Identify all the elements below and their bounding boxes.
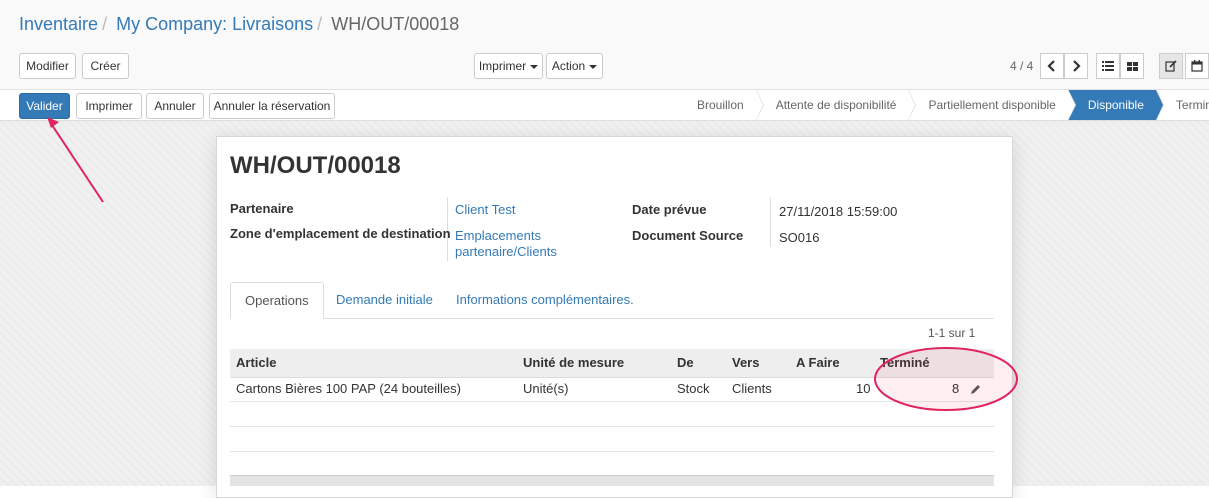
- control-panel: Inventaire / My Company: Livraisons / WH/O…: [0, 0, 1209, 90]
- destination-line-2: partenaire/Clients: [455, 244, 557, 259]
- table-row[interactable]: Cartons Bières 100 PAP (24 bouteilles) U…: [230, 377, 994, 402]
- column-uom[interactable]: Unité de mesure: [523, 349, 624, 377]
- partner-field[interactable]: Client Test: [455, 202, 515, 217]
- tab-initial-demand[interactable]: Demande initiale: [336, 282, 433, 318]
- column-from[interactable]: De: [677, 349, 694, 377]
- pager-previous-button[interactable]: [1040, 53, 1064, 79]
- form-view-button[interactable]: [1159, 53, 1183, 79]
- edit-button[interactable]: Modifier: [19, 53, 76, 79]
- create-button[interactable]: Créer: [82, 53, 129, 79]
- cell-uom: Unité(s): [523, 381, 569, 396]
- pager-value[interactable]: 4 / 4: [1010, 59, 1033, 73]
- field-divider: [770, 197, 771, 247]
- record-count: 1-1 sur 1: [928, 326, 976, 340]
- record-title: WH/OUT/00018: [230, 152, 401, 179]
- breadcrumb: Inventaire / My Company: Livraisons / WH/O…: [19, 14, 459, 35]
- cell-article: Cartons Bières 100 PAP (24 bouteilles): [236, 381, 461, 396]
- stage-partially-available[interactable]: Partiellement disponible: [908, 89, 1077, 121]
- destination-field[interactable]: Emplacements partenaire/Clients: [455, 228, 557, 260]
- calendar-icon: [1191, 60, 1203, 72]
- breadcrumb-deliveries[interactable]: My Company: Livraisons: [116, 14, 313, 34]
- action-dropdown-label: Action: [551, 59, 586, 73]
- list-view-icon: [1102, 61, 1114, 71]
- list-view-button[interactable]: [1096, 53, 1120, 79]
- unreserve-button[interactable]: Annuler la réservation: [209, 93, 335, 119]
- destination-line-1: Emplacements: [455, 228, 541, 243]
- column-todo[interactable]: A Faire: [796, 349, 840, 377]
- partner-label: Partenaire: [230, 201, 294, 216]
- tab-additional-info[interactable]: Informations complémentaires.: [456, 282, 634, 318]
- stage-available[interactable]: Disponible: [1067, 89, 1164, 121]
- breadcrumb-current: WH/OUT/00018: [331, 14, 460, 34]
- calendar-view-button[interactable]: [1185, 53, 1209, 79]
- cell-todo: 10: [856, 381, 871, 396]
- notebook-tabs: Operations Demande initiale Informations…: [230, 282, 994, 319]
- cancel-button[interactable]: Annuler: [146, 93, 204, 119]
- source-document-field[interactable]: SO016: [779, 230, 819, 245]
- breadcrumb-inventory[interactable]: Inventaire: [19, 14, 98, 34]
- scheduled-date-field[interactable]: 27/11/2018 15:59:00: [779, 204, 897, 219]
- destination-label: Zone d'emplacement de destination: [230, 226, 451, 241]
- validate-button[interactable]: Valider: [19, 93, 70, 119]
- table-footer: [230, 475, 994, 486]
- stage-draft[interactable]: Brouillon: [683, 89, 764, 121]
- print-dropdown[interactable]: Imprimer: [474, 53, 543, 79]
- scheduled-date-label: Date prévue: [632, 202, 707, 217]
- column-article[interactable]: Article: [236, 349, 276, 377]
- column-to[interactable]: Vers: [732, 349, 759, 377]
- action-dropdown[interactable]: Action: [546, 53, 603, 79]
- table-row-empty: [230, 427, 994, 452]
- table-row-empty: [230, 402, 994, 427]
- kanban-view-button[interactable]: [1120, 53, 1144, 79]
- status-pipeline: Brouillon Attente de disponibilité Parti…: [683, 89, 1209, 121]
- column-done[interactable]: Terminé: [880, 349, 930, 377]
- cell-done: 8: [952, 381, 960, 396]
- table-header: Article Unité de mesure De Vers A Faire …: [230, 349, 994, 378]
- kanban-view-icon: [1126, 61, 1138, 71]
- tab-operations[interactable]: Operations: [230, 282, 324, 319]
- source-document-label: Document Source: [632, 228, 744, 243]
- caret-down-icon: [589, 64, 598, 69]
- print-button[interactable]: Imprimer: [76, 93, 142, 119]
- breadcrumb-separator: /: [102, 14, 108, 34]
- pager-next-button[interactable]: [1064, 53, 1088, 79]
- caret-down-icon: [530, 64, 539, 69]
- chevron-left-icon: [1047, 60, 1055, 72]
- pencil-icon[interactable]: [970, 383, 982, 395]
- breadcrumb-separator: /: [317, 14, 323, 34]
- status-bar: Valider Imprimer Annuler Annuler la rése…: [0, 89, 1209, 121]
- print-dropdown-label: Imprimer: [478, 59, 527, 73]
- form-view-icon: [1165, 60, 1177, 72]
- chevron-right-icon: [1073, 60, 1081, 72]
- stage-waiting[interactable]: Attente de disponibilité: [755, 89, 917, 121]
- cell-to: Clients: [732, 381, 772, 396]
- cell-from: Stock: [677, 381, 710, 396]
